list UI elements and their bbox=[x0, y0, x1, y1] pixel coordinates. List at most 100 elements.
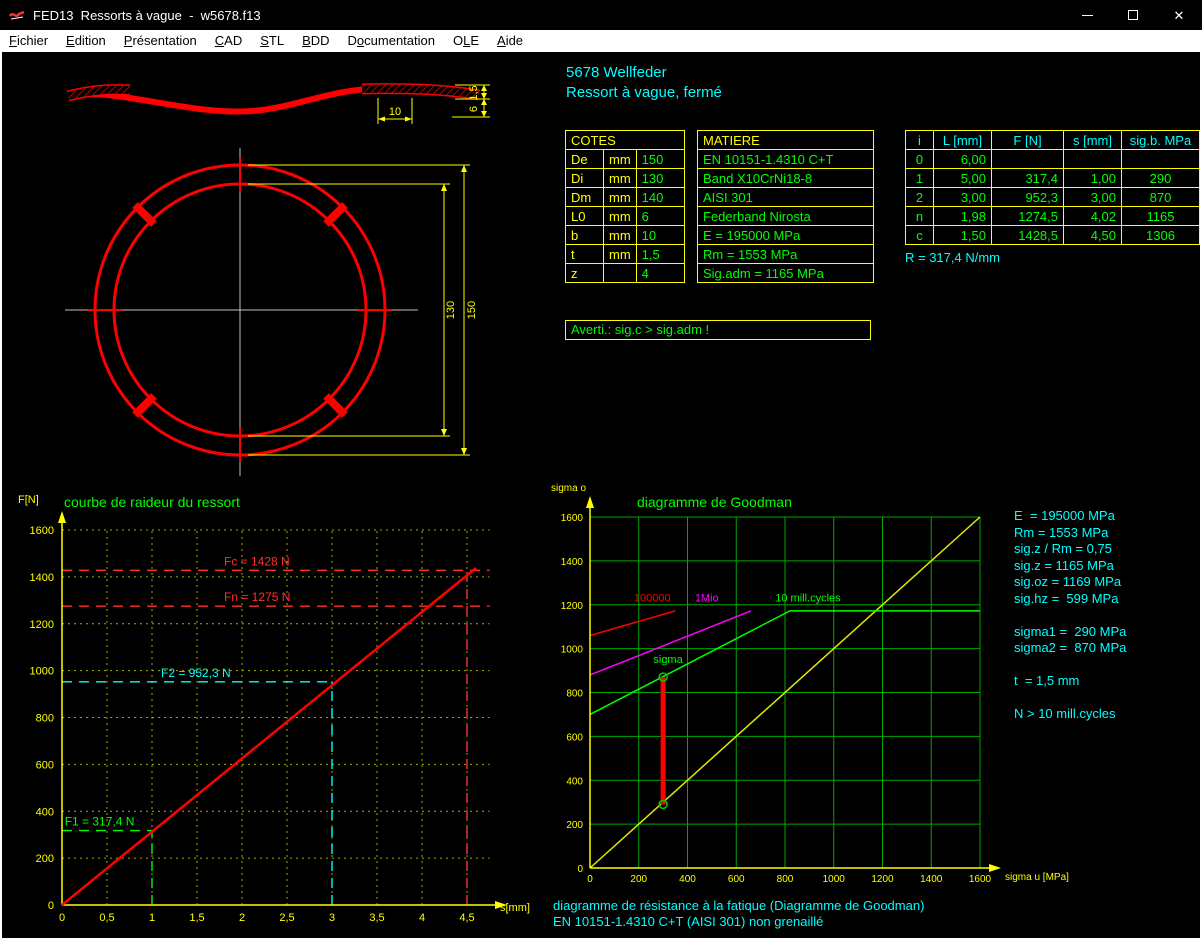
cell: Rm = 1553 MPa bbox=[698, 245, 874, 264]
info-line: sig.z = 1165 MPa bbox=[1014, 558, 1126, 575]
menu-presentation[interactable]: Présentation bbox=[115, 30, 206, 52]
footer-line1: diagramme de résistance à la fatique (Di… bbox=[553, 898, 924, 913]
cell: t bbox=[566, 245, 604, 264]
table-row: Rm = 1553 MPa bbox=[698, 245, 874, 264]
tick-label: 800 bbox=[777, 874, 794, 885]
window-title: FED13 Ressorts à vague - w5678.f13 bbox=[33, 8, 261, 23]
spring-drawing: 10 1,5 6 bbox=[0, 60, 545, 508]
annotation: 10 mill.cycles bbox=[775, 592, 841, 604]
info-line: E = 195000 MPa bbox=[1014, 508, 1126, 525]
maximize-button[interactable] bbox=[1110, 0, 1156, 30]
cotes-table: COTESDemm150Dimm130Dmmm140L0mm6bmm10tmm1… bbox=[565, 130, 685, 283]
goodman-xlabel: sigma u [MPa] bbox=[1005, 872, 1069, 883]
cell: 4 bbox=[636, 264, 684, 283]
cell: Di bbox=[566, 169, 604, 188]
tick-label: 0 bbox=[48, 900, 54, 912]
tick-label: 1600 bbox=[561, 513, 584, 524]
tick-label: 1600 bbox=[30, 525, 54, 537]
y-axis-arrow bbox=[58, 511, 66, 523]
cell: mm bbox=[604, 226, 637, 245]
table-row: c1,501428,54,501306 bbox=[906, 226, 1200, 245]
cell: 1306 bbox=[1122, 226, 1200, 245]
table-row: iL [mm]F [N]s [mm]sig.b. MPa bbox=[906, 131, 1200, 150]
window-controls: ✕ bbox=[1064, 0, 1202, 30]
cell: 150 bbox=[636, 150, 684, 169]
minimize-button[interactable] bbox=[1064, 0, 1110, 30]
cell: 1165 bbox=[1122, 207, 1200, 226]
table-row: bmm10 bbox=[566, 226, 685, 245]
tick-label: 4 bbox=[419, 912, 425, 924]
table-row: Dmmm140 bbox=[566, 188, 685, 207]
tick-label: 2 bbox=[239, 912, 245, 924]
cell: Dm bbox=[566, 188, 604, 207]
column-header: sig.b. MPa bbox=[1122, 131, 1200, 150]
close-button[interactable]: ✕ bbox=[1156, 0, 1202, 30]
tick-label: 1 bbox=[149, 912, 155, 924]
cell: 1,5 bbox=[636, 245, 684, 264]
cell: mm bbox=[604, 169, 637, 188]
info-line bbox=[1014, 657, 1126, 674]
tick-label: 0 bbox=[577, 864, 583, 875]
client-area: 10 1,5 6 bbox=[0, 52, 1202, 940]
cell: mm bbox=[604, 188, 637, 207]
menu-aide[interactable]: Aide bbox=[488, 30, 532, 52]
cell: n bbox=[906, 207, 934, 226]
cell: 2 bbox=[906, 188, 934, 207]
menu-documentation[interactable]: Documentation bbox=[339, 30, 444, 52]
cell: 1,50 bbox=[934, 226, 992, 245]
goodman-chart-title: diagramme de Goodman bbox=[637, 494, 792, 510]
tick-label: 1000 bbox=[561, 645, 584, 656]
table-row: 06,00 bbox=[906, 150, 1200, 169]
table-row: COTES bbox=[566, 131, 685, 150]
cell: c bbox=[906, 226, 934, 245]
tick-label: 1200 bbox=[561, 601, 584, 612]
tick-label: 400 bbox=[566, 776, 583, 787]
column-header: i bbox=[906, 131, 934, 150]
cell: L0 bbox=[566, 207, 604, 226]
cell: 10 bbox=[636, 226, 684, 245]
menu-stl[interactable]: STL bbox=[251, 30, 293, 52]
cell: AISI 301 bbox=[698, 188, 874, 207]
cell bbox=[1122, 150, 1200, 169]
footer-line2: EN 10151-1.4310 C+T (AISI 301) non grena… bbox=[553, 914, 823, 929]
matiere-table: MATIEREEN 10151-1.4310 C+TBand X10CrNi18… bbox=[697, 130, 874, 283]
menu-ole[interactable]: OLE bbox=[444, 30, 488, 52]
tick-label: 200 bbox=[630, 874, 647, 885]
tick-label: 0 bbox=[59, 912, 65, 924]
menu-bdd[interactable]: BDD bbox=[293, 30, 338, 52]
cell: 870 bbox=[1122, 188, 1200, 207]
spring-rate-text: R = 317,4 N/mm bbox=[905, 250, 1000, 265]
warning-box: Averti.: sig.c > sig.adm ! bbox=[565, 320, 871, 340]
table-row: L0mm6 bbox=[566, 207, 685, 226]
menu-edition[interactable]: Edition bbox=[57, 30, 115, 52]
tick-label: 1200 bbox=[871, 874, 894, 885]
tick-label: 3 bbox=[329, 912, 335, 924]
table-row: E = 195000 MPa bbox=[698, 226, 874, 245]
dim-band-width-label: 10 bbox=[389, 106, 401, 118]
table-row: z4 bbox=[566, 264, 685, 283]
info-line: N > 10 mill.cycles bbox=[1014, 706, 1126, 723]
cell bbox=[1064, 150, 1122, 169]
guide-label: Fc = 1428 N bbox=[224, 554, 290, 568]
cell: 6 bbox=[636, 207, 684, 226]
menubar: FichierEditionPrésentationCADSTLBDDDocum… bbox=[0, 30, 1202, 52]
info-line: Rm = 1553 MPa bbox=[1014, 525, 1126, 542]
tick-label: 3,5 bbox=[369, 912, 384, 924]
menu-cad[interactable]: CAD bbox=[206, 30, 251, 52]
guide-label: F2 = 952,3 N bbox=[161, 666, 231, 680]
tick-label: 1200 bbox=[30, 619, 54, 631]
x-axis-label: s[mm] bbox=[500, 902, 530, 914]
tick-label: 1400 bbox=[561, 557, 584, 568]
table-row: Dimm130 bbox=[566, 169, 685, 188]
minimize-icon bbox=[1082, 15, 1093, 16]
cell bbox=[604, 264, 637, 283]
menu-fichier[interactable]: Fichier bbox=[0, 30, 57, 52]
cell: 1,00 bbox=[1064, 169, 1122, 188]
table-row: Federband Nirosta bbox=[698, 207, 874, 226]
info-line: sig.hz = 599 MPa bbox=[1014, 591, 1126, 608]
close-icon: ✕ bbox=[1174, 9, 1185, 22]
table-row: 23,00952,33,00870 bbox=[906, 188, 1200, 207]
annotation: 1Mio bbox=[695, 592, 719, 604]
cell: mm bbox=[604, 207, 637, 226]
tick-label: 800 bbox=[36, 713, 54, 725]
